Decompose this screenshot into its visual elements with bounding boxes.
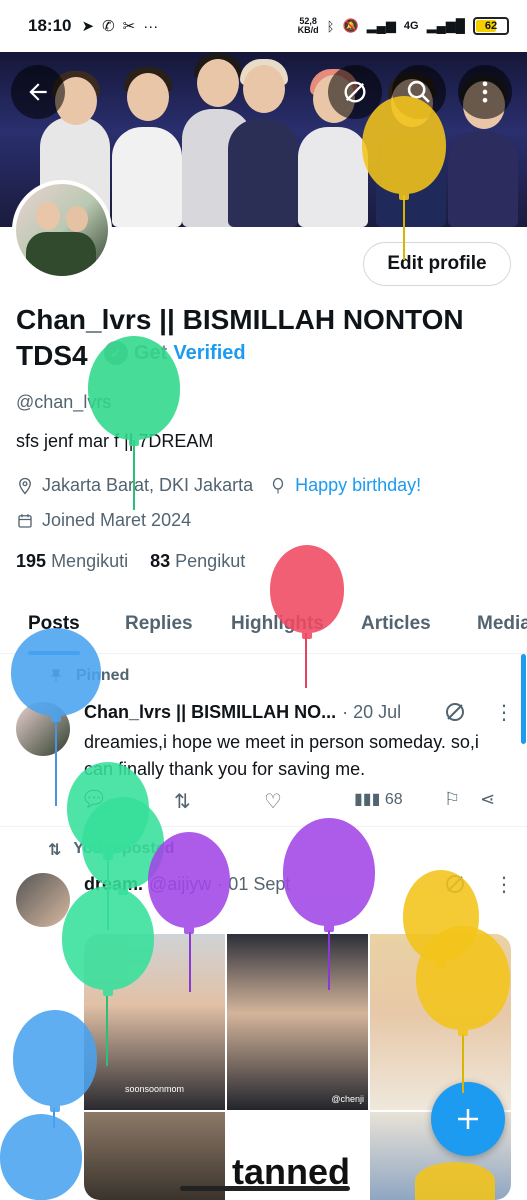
follow-stats: 195 Mengikuti 83 Pengikut: [16, 551, 245, 572]
more-notifications-icon: ···: [143, 17, 159, 35]
repost-indicator: ⇅ You reposted: [48, 840, 175, 859]
post-actions: 💬 ⇅ ♡ ▮▮▮ 68 ⚐ ⋖: [84, 789, 504, 815]
profile-location: Jakarta Barat, DKI Jakarta: [42, 475, 254, 495]
battery-icon: 62: [473, 17, 509, 35]
media-image[interactable]: @chenji: [227, 934, 368, 1110]
get-verified-link[interactable]: ✓ Get Verified: [104, 341, 246, 365]
search-icon: [407, 80, 430, 103]
more-vertical-icon: [482, 81, 488, 103]
followers-link[interactable]: 83 Pengikut: [150, 551, 245, 572]
repost-icon[interactable]: ⇅: [174, 789, 191, 814]
banner-figure: [298, 69, 368, 227]
post-avatar[interactable]: [16, 873, 70, 927]
grok-button[interactable]: [328, 65, 382, 119]
media-image[interactable]: soonsoonmom: [84, 934, 225, 1110]
views-icon: ▮▮▮: [354, 791, 381, 808]
pin-icon: [50, 669, 62, 682]
arrow-left-icon: [29, 83, 47, 101]
share-icon[interactable]: ⋖: [480, 789, 495, 810]
post-divider: [0, 826, 527, 827]
banner-figure: [448, 75, 518, 227]
signal-icon-2: ▂▄▆█: [426, 18, 465, 33]
capcut-icon: ✂: [122, 18, 136, 35]
media-image[interactable]: [370, 934, 511, 1110]
post-date: · 01 Sept: [217, 874, 291, 894]
banner-figure: [112, 67, 182, 227]
more-button[interactable]: [458, 65, 512, 119]
views-button[interactable]: ▮▮▮ 68: [354, 789, 403, 809]
reply-icon[interactable]: 💬: [84, 789, 104, 809]
post-avatar[interactable]: [16, 702, 70, 756]
plus-icon: [458, 1109, 478, 1129]
pinned-indicator: Pinned: [48, 667, 129, 685]
status-time: 18:10: [28, 16, 72, 35]
grok-icon[interactable]: [443, 872, 467, 896]
edit-profile-button[interactable]: Edit profile: [363, 242, 511, 286]
scrollbar[interactable]: [521, 654, 526, 744]
bookmark-icon[interactable]: ⚐: [444, 789, 460, 810]
post-handle: @aijiyw: [149, 874, 212, 894]
post-more-icon[interactable]: ⋮: [494, 872, 514, 897]
tab-articles[interactable]: Articles: [361, 596, 431, 654]
post-date: · 20 Jul: [342, 702, 402, 722]
mute-icon: 🔕: [342, 18, 359, 33]
tab-replies[interactable]: Replies: [125, 596, 193, 654]
tab-media[interactable]: Media: [477, 596, 527, 654]
back-button[interactable]: [11, 65, 65, 119]
profile-avatar[interactable]: [12, 180, 112, 280]
network-type: 4G: [403, 20, 419, 32]
status-bar: 18:10 ➤ ✆ ✂ ··· 52,8 KB/d ᛒ 🔕 ▂▄▆ 4G ▂▄▆…: [0, 0, 527, 52]
bluetooth-icon: ᛒ: [326, 18, 335, 34]
grok-icon[interactable]: [443, 700, 467, 724]
balloon-icon: [272, 477, 284, 493]
blue-balloon: [0, 1114, 82, 1200]
net-speed: 52,8 KB/d: [297, 16, 319, 35]
telegram-icon: ➤: [81, 18, 95, 35]
location-icon: [19, 477, 31, 495]
repost-icon: ⇅: [48, 842, 62, 859]
compose-button[interactable]: [431, 1082, 505, 1156]
post-author[interactable]: Chan_lvrs || BISMILLAH NO...: [84, 702, 336, 723]
post-header: dream. @aijiyw · 01 Sept: [84, 874, 290, 895]
profile-joined: Joined Maret 2024: [42, 510, 192, 530]
search-button[interactable]: [392, 65, 446, 119]
banner-figure: [228, 59, 298, 227]
signal-icon: ▂▄▆: [366, 18, 396, 33]
profile-joined-row: Joined Maret 2024: [16, 510, 191, 531]
like-icon[interactable]: ♡: [264, 789, 282, 814]
post-text: dreamies,i hope we meet in person someda…: [84, 732, 479, 779]
post-more-icon[interactable]: ⋮: [494, 700, 514, 725]
notification-icons: ➤ ✆ ✂ ···: [81, 17, 159, 36]
verified-badge-icon: ✓: [104, 341, 128, 365]
profile-tabs: Posts Replies Highlights Articles Media: [0, 596, 527, 655]
grok-icon: [344, 81, 366, 103]
tab-posts[interactable]: Posts: [28, 596, 80, 655]
calendar-icon: [18, 513, 32, 528]
battery-level: 62: [484, 20, 498, 32]
purple-balloon: [283, 818, 375, 932]
profile-bio: sfs jenf mar f || 7DREAM: [16, 431, 214, 451]
post-header: Chan_lvrs || BISMILLAH NO... · 20 Jul: [84, 702, 401, 723]
banner-figure: [376, 73, 446, 227]
following-link[interactable]: 195 Mengikuti: [16, 551, 128, 572]
whatsapp-icon: ✆: [102, 18, 115, 35]
profile-name: Chan_lvrs || BISMILLAH NONTON TDS4: [16, 304, 464, 371]
tab-highlights[interactable]: Highlights: [231, 596, 324, 654]
post-author[interactable]: dream.: [84, 874, 143, 895]
birthday-link[interactable]: Happy birthday!: [295, 475, 421, 496]
profile-meta-row: Jakarta Barat, DKI Jakarta Happy birthda…: [16, 475, 421, 496]
profile-handle: @chan_lvrs: [16, 392, 112, 412]
gesture-nav-handle[interactable]: [180, 1186, 350, 1191]
